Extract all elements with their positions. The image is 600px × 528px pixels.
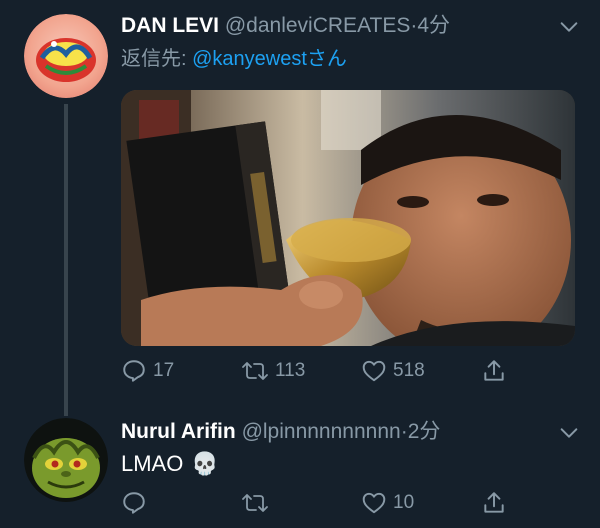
tweet1-actions: 17 113 518 bbox=[121, 358, 541, 388]
chevron-down-icon[interactable] bbox=[558, 422, 580, 444]
reply-icon bbox=[123, 360, 145, 382]
like-count: 518 bbox=[393, 360, 425, 381]
spit-logo-avatar-icon bbox=[24, 14, 108, 98]
replying-to-label: 返信先: bbox=[121, 48, 193, 70]
photo-illustration bbox=[121, 90, 575, 346]
retweet-icon bbox=[242, 362, 268, 380]
mention-link[interactable]: @kanyewest bbox=[192, 48, 307, 70]
retweet-button[interactable]: 113 bbox=[241, 358, 305, 384]
tweet-body: LMAO bbox=[121, 451, 184, 476]
mention-suffix: さん bbox=[306, 48, 347, 70]
tweet-text: LMAO 💀 bbox=[121, 450, 219, 478]
timestamp[interactable]: 2分 bbox=[408, 420, 441, 443]
tweet2-actions: 10 bbox=[121, 490, 541, 520]
like-button[interactable]: 518 bbox=[361, 358, 425, 384]
tweet1-header: DAN LEVI @danleviCREATES·4分 bbox=[121, 13, 450, 39]
share-icon bbox=[484, 360, 504, 381]
chevron-down-icon[interactable] bbox=[558, 16, 580, 38]
share-button[interactable] bbox=[481, 490, 507, 516]
grinch-avatar-icon bbox=[24, 418, 108, 502]
reply-count: 17 bbox=[153, 360, 175, 381]
heart-icon bbox=[362, 492, 386, 514]
retweet-icon bbox=[242, 494, 268, 512]
retweet-count: 113 bbox=[275, 360, 306, 381]
timestamp[interactable]: 4分 bbox=[417, 14, 450, 37]
display-name[interactable]: Nurul Arifin bbox=[121, 420, 236, 443]
skull-emoji-icon: 💀 bbox=[191, 451, 219, 476]
reply-icon bbox=[123, 492, 145, 514]
heart-icon bbox=[362, 360, 386, 382]
tweet-media-image[interactable] bbox=[121, 90, 575, 346]
separator-dot: · bbox=[400, 420, 408, 443]
reply-button[interactable] bbox=[121, 490, 153, 516]
avatar-nurularifin[interactable] bbox=[24, 418, 108, 502]
tweet2-header: Nurul Arifin @lpinnnnnnnnnn·2分 bbox=[121, 419, 440, 445]
share-icon bbox=[484, 492, 504, 513]
like-count: 10 bbox=[393, 492, 415, 513]
reply-button[interactable]: 17 bbox=[121, 358, 174, 384]
retweet-button[interactable] bbox=[241, 490, 275, 516]
replying-to-line: 返信先: @kanyewestさん bbox=[121, 46, 347, 72]
username-handle[interactable]: @lpinnnnnnnnnn bbox=[242, 420, 401, 443]
tweet-danlevi[interactable]: DAN LEVI @danleviCREATES·4分 返信先: @kanyew… bbox=[0, 0, 600, 400]
share-button[interactable] bbox=[481, 358, 507, 384]
username-handle[interactable]: @danleviCREATES bbox=[225, 14, 411, 37]
like-button[interactable]: 10 bbox=[361, 490, 414, 516]
avatar-danlevi[interactable] bbox=[24, 14, 108, 98]
display-name[interactable]: DAN LEVI bbox=[121, 14, 219, 37]
